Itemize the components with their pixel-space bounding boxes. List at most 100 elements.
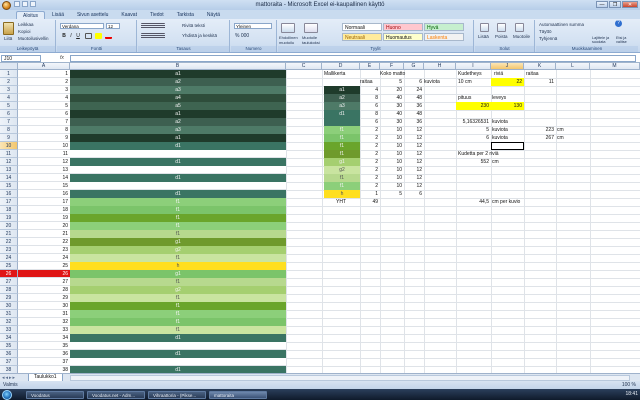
format-cells-button[interactable]: Muotoile bbox=[513, 34, 530, 39]
autosum-button[interactable]: Automaattinen summa bbox=[539, 22, 584, 27]
column-header-k[interactable]: K bbox=[524, 63, 556, 70]
row-header[interactable]: 15 bbox=[0, 182, 18, 190]
fill-color-icon[interactable] bbox=[95, 33, 102, 39]
save-icon[interactable] bbox=[14, 1, 20, 7]
column-header-a[interactable]: A bbox=[18, 63, 70, 70]
row-header[interactable]: 29 bbox=[0, 294, 18, 302]
cut-button[interactable]: Leikkaa bbox=[18, 22, 34, 27]
format-icon[interactable] bbox=[515, 23, 524, 32]
style-good[interactable]: Hyvä bbox=[424, 23, 464, 31]
sort-filter-button[interactable]: Lajittele ja suodata bbox=[592, 36, 614, 44]
row-header[interactable]: 36 bbox=[0, 350, 18, 358]
maximize-button[interactable]: ❐ bbox=[609, 1, 621, 8]
insert-cells-button[interactable]: Lisää bbox=[478, 34, 489, 39]
style-neutral[interactable]: Neutraali bbox=[342, 33, 382, 41]
row-header[interactable]: 23 bbox=[0, 246, 18, 254]
row-header[interactable]: 17 bbox=[0, 198, 18, 206]
row-header[interactable]: 24 bbox=[0, 254, 18, 262]
row-header[interactable]: 34 bbox=[0, 334, 18, 342]
row-header[interactable]: 16 bbox=[0, 190, 18, 198]
format-table-icon[interactable] bbox=[304, 23, 318, 33]
column-header-f[interactable]: F bbox=[380, 63, 404, 70]
tab-tiedot[interactable]: Tiedot bbox=[144, 11, 170, 19]
tab-aloitus[interactable]: Aloitus bbox=[16, 11, 46, 19]
row-header[interactable]: 37 bbox=[0, 358, 18, 366]
formula-input[interactable] bbox=[70, 55, 636, 62]
task-mattoraita[interactable]: mattoraita bbox=[209, 390, 267, 399]
select-all-corner[interactable] bbox=[0, 63, 18, 70]
format-painter-button[interactable]: Muotoilusivellin bbox=[18, 36, 49, 41]
row-header[interactable]: 13 bbox=[0, 166, 18, 174]
find-select-button[interactable]: Etsi ja valitse bbox=[616, 36, 638, 44]
row-header[interactable]: 5 bbox=[0, 102, 18, 110]
row-header[interactable]: 33 bbox=[0, 326, 18, 334]
row-header[interactable]: 27 bbox=[0, 278, 18, 286]
task-voodatus-admin[interactable]: Voodatus.net - Adm... bbox=[87, 390, 145, 399]
row-header[interactable]: 26 bbox=[0, 270, 18, 278]
active-cell-j10[interactable] bbox=[491, 142, 524, 150]
column-header-g[interactable]: G bbox=[404, 63, 424, 70]
row-header[interactable]: 22 bbox=[0, 238, 18, 246]
row-header[interactable]: 20 bbox=[0, 222, 18, 230]
align-left-icon[interactable] bbox=[141, 33, 165, 39]
column-header-h[interactable]: H bbox=[424, 63, 456, 70]
tab-nayta[interactable]: Näytä bbox=[201, 11, 226, 19]
row-header[interactable]: 11 bbox=[0, 150, 18, 158]
row-header[interactable]: 32 bbox=[0, 318, 18, 326]
row-header[interactable]: 35 bbox=[0, 342, 18, 350]
copy-button[interactable]: Kopioi bbox=[18, 29, 31, 34]
row-header[interactable]: 30 bbox=[0, 302, 18, 310]
row-header[interactable]: 14 bbox=[0, 174, 18, 182]
font-name-select[interactable]: Verdana bbox=[60, 23, 104, 29]
borders-icon[interactable] bbox=[85, 33, 92, 39]
minimize-button[interactable]: — bbox=[596, 1, 608, 8]
column-header-l[interactable]: L bbox=[556, 63, 590, 70]
fill-button[interactable]: Täyttö bbox=[539, 29, 552, 34]
start-button[interactable] bbox=[2, 389, 12, 400]
column-header-m[interactable]: M bbox=[590, 63, 640, 70]
delete-cells-button[interactable]: Poista bbox=[495, 34, 508, 39]
row-header[interactable]: 28 bbox=[0, 286, 18, 294]
task-voodatus[interactable]: Voodatus bbox=[26, 390, 84, 399]
column-header-j[interactable]: J bbox=[491, 63, 524, 70]
conditional-format-button[interactable]: Ehdollinen muotoilu bbox=[279, 35, 301, 45]
zoom-level[interactable]: 100 % bbox=[622, 381, 636, 389]
conditional-format-icon[interactable] bbox=[281, 23, 295, 33]
tab-sivun-asettelu[interactable]: Sivun asettelu bbox=[71, 11, 114, 19]
row-header[interactable]: 2 bbox=[0, 78, 18, 86]
close-button[interactable]: ✕ bbox=[622, 1, 638, 8]
merge-center-button[interactable]: Yhdistä ja keskitä bbox=[182, 33, 217, 38]
insert-icon[interactable] bbox=[480, 23, 489, 32]
fx-icon[interactable]: fx bbox=[60, 55, 64, 61]
row-header[interactable]: 21 bbox=[0, 230, 18, 238]
row-header[interactable]: 1 bbox=[0, 70, 18, 78]
clear-button[interactable]: Tyhjennä bbox=[539, 36, 557, 41]
paste-button[interactable]: Liitä bbox=[4, 36, 12, 41]
column-header-i[interactable]: I bbox=[456, 63, 491, 70]
office-button[interactable] bbox=[2, 1, 11, 10]
task-vihraattoria[interactable]: Vihraattoria - (Pikse... bbox=[148, 390, 206, 399]
row-header[interactable]: 38 bbox=[0, 366, 18, 373]
paste-icon[interactable] bbox=[3, 22, 14, 35]
spreadsheet-grid[interactable]: 1 1 a1 2 2 a2 3 3 a3 4 4 a4 5 5 a5 6 6 a1 7 7 a2 8 8 a3 9 9 a1 10 10… bbox=[0, 70, 640, 373]
row-header[interactable]: 31 bbox=[0, 310, 18, 318]
bold-button[interactable]: B bbox=[61, 33, 67, 39]
style-note[interactable]: Huomautus bbox=[383, 33, 423, 41]
row-header[interactable]: 6 bbox=[0, 110, 18, 118]
align-top-icon[interactable] bbox=[141, 23, 165, 29]
row-header[interactable]: 3 bbox=[0, 86, 18, 94]
font-size-select[interactable]: 12 bbox=[106, 23, 120, 29]
row-header[interactable]: 7 bbox=[0, 118, 18, 126]
number-format-select[interactable]: Yleinen bbox=[234, 23, 272, 29]
row-header[interactable]: 4 bbox=[0, 94, 18, 102]
percent-icon[interactable]: % 000 bbox=[235, 33, 249, 39]
tab-lisaa[interactable]: Lisää bbox=[46, 11, 70, 19]
style-calculation[interactable]: Laskenta bbox=[424, 33, 464, 41]
row-header[interactable]: 10 bbox=[0, 142, 18, 150]
row-header[interactable]: 19 bbox=[0, 214, 18, 222]
italic-button[interactable]: I bbox=[68, 33, 74, 39]
wrap-text-button[interactable]: Rivitä teksti bbox=[182, 23, 205, 28]
redo-icon[interactable] bbox=[30, 1, 36, 7]
row-header[interactable]: 12 bbox=[0, 158, 18, 166]
column-header-c[interactable]: C bbox=[286, 63, 322, 70]
